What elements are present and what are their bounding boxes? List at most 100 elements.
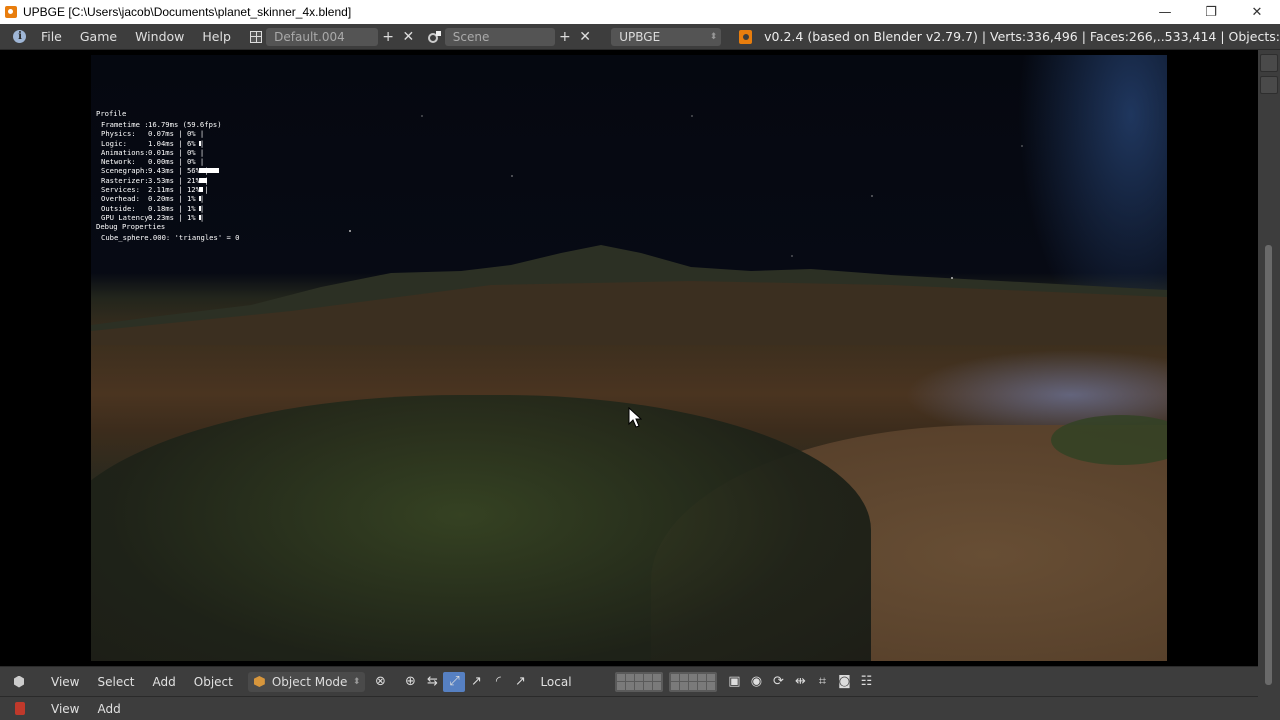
profile-row-value: 0.07ms | 0% |: [148, 129, 205, 139]
window-title: UPBGE [C:\Users\jacob\Documents\planet_s…: [23, 5, 352, 19]
scene-field[interactable]: Scene: [444, 27, 555, 46]
profile-row-value: 3.53ms | 21% |: [148, 175, 209, 185]
interaction-mode-label: Object Mode: [271, 674, 348, 689]
profile-row-label: Scenegraph:: [101, 166, 149, 176]
profile-row: Network: 0.00ms | 0% |: [96, 157, 268, 166]
profile-row-label: Overhead:: [101, 194, 140, 204]
star: [511, 175, 513, 177]
scene-icon[interactable]: [425, 27, 445, 47]
star: [871, 195, 873, 197]
interaction-mode-select[interactable]: Object Mode ⬍: [247, 671, 366, 692]
translate-manipulator-icon[interactable]: ⤢: [443, 671, 466, 692]
profile-row-value: 0.01ms | 0% |: [148, 147, 205, 157]
add-layout-icon[interactable]: +: [378, 27, 398, 47]
object-mode-icon: [253, 676, 265, 687]
falloff-icon[interactable]: ⟳: [767, 672, 789, 692]
remove-scene-icon[interactable]: ✕: [575, 27, 595, 47]
profile-row: Overhead: 0.20ms | 1% |: [96, 194, 268, 203]
layers-group-2[interactable]: [669, 671, 718, 692]
rotate-manipulator-icon[interactable]: ↗: [465, 672, 487, 692]
remove-layout-icon[interactable]: ✕: [398, 27, 418, 47]
render-engine-select[interactable]: UPBGE ⬍: [611, 27, 722, 46]
profile-row-value: 9.43ms | 56% |: [148, 166, 209, 176]
star: [791, 255, 793, 257]
menu-window[interactable]: Window: [126, 27, 193, 47]
updown-arrows-icon: ⬍: [352, 676, 361, 687]
updown-arrows-icon: ⬍: [709, 31, 718, 42]
close-button[interactable]: ✕: [1234, 0, 1280, 24]
profile-row: Frametime :16.79ms (59.6fps): [96, 120, 268, 129]
right-toolshelf-strip: [1258, 50, 1280, 720]
profile-row-bar: [199, 187, 203, 193]
pivot-point-icon[interactable]: ⊕: [399, 672, 421, 692]
info-icon: i: [13, 30, 27, 43]
3d-view-header: View Select Add Object Object Mode ⬍ ⊗ ⊕…: [0, 666, 1258, 696]
3d-viewport[interactable]: Profile Frametime :16.79ms (59.6fps) Phys…: [0, 50, 1258, 666]
snap-element-icon[interactable]: ⇹: [789, 672, 811, 692]
render-engine-label: UPBGE: [619, 29, 661, 44]
properties-tab[interactable]: [1260, 54, 1278, 72]
profile-title: Profile: [96, 109, 127, 118]
profile-row-value: 0.18ms | 1% |: [148, 203, 205, 213]
screen-layout-field[interactable]: Default.004: [266, 27, 378, 46]
menu-game[interactable]: Game: [71, 27, 126, 47]
menu-add[interactable]: Add: [88, 699, 129, 719]
lock-camera-icon[interactable]: ▣: [723, 672, 745, 692]
profile-row: Outside: 0.18ms | 1% |: [96, 204, 268, 213]
menu-view[interactable]: View: [42, 672, 88, 692]
profile-row-label: Physics:: [101, 129, 136, 139]
scrollbar[interactable]: [1265, 245, 1272, 685]
profile-row: Scenegraph: 9.43ms | 56% |: [96, 166, 268, 175]
grass-patch: [91, 395, 871, 661]
restore-button[interactable]: ❐: [1188, 0, 1234, 24]
profile-row-label: Frametime :: [101, 120, 149, 129]
render-animation-icon[interactable]: ☷: [855, 672, 877, 692]
menu-object[interactable]: Object: [185, 672, 242, 692]
render-opengl-icon[interactable]: ◙: [833, 672, 855, 692]
profile-rows: Frametime :16.79ms (59.6fps) Physics: 0.07…: [96, 120, 268, 222]
screen-layout-icon[interactable]: [246, 27, 266, 47]
horizon-hills: [91, 245, 1167, 345]
proportional-edit-icon[interactable]: ◉: [745, 672, 767, 692]
profile-row-label: Services:: [101, 185, 140, 195]
menu-view[interactable]: View: [42, 699, 88, 719]
profile-row-label: Logic:: [101, 138, 127, 148]
timeline-header: View Add: [0, 696, 1258, 720]
profile-row: Animations: 0.01ms | 0% |: [96, 148, 268, 157]
minimize-button[interactable]: —: [1142, 0, 1188, 24]
add-scene-icon[interactable]: +: [555, 27, 575, 47]
profile-row-label: Network:: [101, 157, 136, 167]
layout-grid-icon: [250, 30, 263, 43]
menu-help[interactable]: Help: [193, 27, 240, 47]
upbge-logo-icon: [739, 29, 753, 44]
editor-type-timeline-icon[interactable]: [12, 701, 28, 717]
profile-row-bar: [199, 205, 201, 211]
snap-toggle-icon[interactable]: ⌗: [811, 672, 833, 692]
upbge-app-icon: [5, 6, 17, 18]
profile-row-label: Rasterizer:: [101, 175, 149, 185]
star: [349, 230, 351, 232]
menu-add[interactable]: Add: [144, 672, 185, 692]
viewport-shading-icon[interactable]: ⊗: [369, 672, 391, 692]
profile-row: Rasterizer: 3.53ms | 21% |: [96, 176, 268, 185]
profile-row-label: Outside:: [101, 203, 136, 213]
menu-select[interactable]: Select: [88, 672, 143, 692]
scale-manipulator-icon[interactable]: ◜: [487, 672, 509, 692]
editor-type-3dview-icon[interactable]: [12, 675, 26, 689]
profile-row-value: 16.79ms (59.6fps): [148, 120, 222, 129]
info-header: i File Game Window Help Default.004 + ✕ …: [0, 24, 1280, 50]
profile-row-value: 2.11ms | 12% |: [148, 185, 209, 195]
manipulator-toggle-icon[interactable]: ⇆: [421, 672, 443, 692]
profile-row-bar: [199, 196, 201, 202]
profile-overlay: Profile Frametime :16.79ms (59.6fps) Phys…: [96, 109, 268, 243]
profile-row: Logic: 1.04ms | 6% |: [96, 139, 268, 148]
star: [1021, 145, 1023, 147]
transform-orientation-select[interactable]: Local: [531, 672, 609, 692]
transform-orientation-icon[interactable]: ↗: [509, 672, 531, 692]
editor-type-button[interactable]: i: [8, 27, 32, 47]
profile-row-value: 1.04ms | 6% |: [148, 138, 205, 148]
menu-file[interactable]: File: [32, 27, 71, 47]
layers-group-1[interactable]: [615, 671, 664, 692]
outliner-tab[interactable]: [1260, 76, 1278, 94]
profile-row-bar: [199, 177, 207, 183]
